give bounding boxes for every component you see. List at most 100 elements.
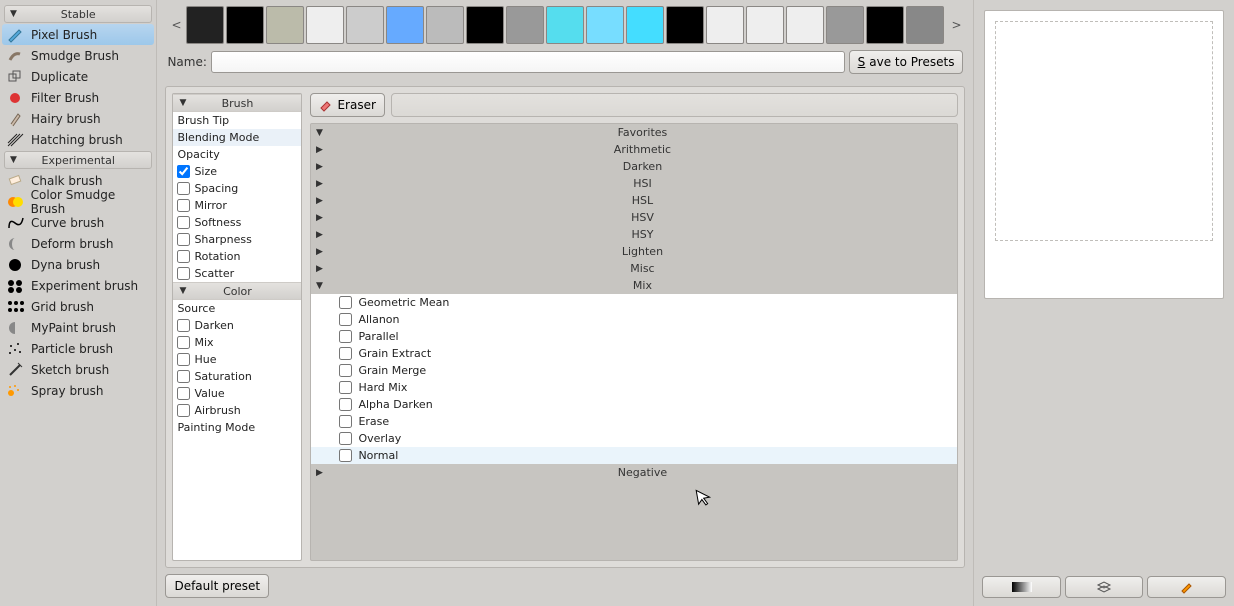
brush-engine-item[interactable]: Experiment brush — [2, 275, 154, 296]
option-checkbox[interactable] — [177, 336, 190, 349]
brush-engine-item[interactable]: Pixel Brush — [2, 24, 154, 45]
blend-mode-item[interactable]: Parallel — [311, 328, 957, 345]
option-item[interactable]: Sharpness — [173, 231, 301, 248]
brush-engine-item[interactable]: Sketch brush — [2, 359, 154, 380]
blend-mode-item[interactable]: Allanon — [311, 311, 957, 328]
options-list[interactable]: ▼Brush Brush TipBlending ModeOpacitySize… — [172, 93, 302, 561]
blend-mode-checkbox[interactable] — [339, 313, 352, 326]
brush-engine-item[interactable]: Smudge Brush — [2, 45, 154, 66]
blend-mode-checkbox[interactable] — [339, 296, 352, 309]
blend-mode-item[interactable]: Overlay — [311, 430, 957, 447]
option-checkbox[interactable] — [177, 387, 190, 400]
brush-engine-item[interactable]: Filter Brush — [2, 87, 154, 108]
save-to-presets-button[interactable]: Save to Presets — [849, 50, 964, 74]
brush-engine-item[interactable]: MyPaint brush — [2, 317, 154, 338]
blend-category-header[interactable]: ▼Favorites — [311, 124, 957, 141]
preset-thumbnail[interactable] — [586, 6, 624, 44]
preset-prev-button[interactable]: < — [167, 18, 183, 32]
blend-mode-item[interactable]: Geometric Mean — [311, 294, 957, 311]
options-color-header[interactable]: ▼Color — [173, 282, 301, 300]
brush-engine-item[interactable]: Dyna brush — [2, 254, 154, 275]
preset-next-button[interactable]: > — [947, 18, 963, 32]
option-checkbox[interactable] — [177, 233, 190, 246]
blend-mode-checkbox[interactable] — [339, 381, 352, 394]
blend-mode-item[interactable]: Hard Mix — [311, 379, 957, 396]
option-checkbox[interactable] — [177, 404, 190, 417]
blend-category-header[interactable]: ▶HSL — [311, 192, 957, 209]
preset-thumbnail[interactable] — [546, 6, 584, 44]
blend-mode-item[interactable]: Alpha Darken — [311, 396, 957, 413]
blend-category-header[interactable]: ▶Negative — [311, 464, 957, 481]
option-checkbox[interactable] — [177, 353, 190, 366]
preset-thumbnail[interactable] — [386, 6, 424, 44]
option-checkbox[interactable] — [177, 370, 190, 383]
option-item[interactable]: Brush Tip — [173, 112, 301, 129]
brush-engine-item[interactable]: Hairy brush — [2, 108, 154, 129]
brush-engine-item[interactable]: Deform brush — [2, 233, 154, 254]
brush-engine-item[interactable]: Particle brush — [2, 338, 154, 359]
category-stable-header[interactable]: ▼ Stable — [4, 5, 152, 23]
blend-mode-checkbox[interactable] — [339, 398, 352, 411]
default-preset-button[interactable]: Default preset — [165, 574, 269, 598]
blend-category-header[interactable]: ▼Mix — [311, 277, 957, 294]
blend-mode-checkbox[interactable] — [339, 364, 352, 377]
blend-mode-item[interactable]: Erase — [311, 413, 957, 430]
blend-mode-item[interactable]: Grain Merge — [311, 362, 957, 379]
option-item[interactable]: Rotation — [173, 248, 301, 265]
category-experimental-header[interactable]: ▼ Experimental — [4, 151, 152, 169]
option-checkbox[interactable] — [177, 199, 190, 212]
option-item[interactable]: Size — [173, 163, 301, 180]
option-item[interactable]: Opacity — [173, 146, 301, 163]
eraser-toggle-button[interactable]: Eraser — [310, 93, 384, 117]
preset-thumbnail[interactable] — [906, 6, 944, 44]
option-item[interactable]: Blending Mode — [173, 129, 301, 146]
blend-category-header[interactable]: ▶Lighten — [311, 243, 957, 260]
option-item[interactable]: Darken — [173, 317, 301, 334]
preset-thumbnail[interactable] — [226, 6, 264, 44]
option-checkbox[interactable] — [177, 182, 190, 195]
blend-mode-checkbox[interactable] — [339, 347, 352, 360]
blend-category-header[interactable]: ▶HSI — [311, 175, 957, 192]
option-item[interactable]: Painting Mode — [173, 419, 301, 436]
brush-engine-item[interactable]: Color Smudge Brush — [2, 191, 154, 212]
option-checkbox[interactable] — [177, 319, 190, 332]
blend-category-header[interactable]: ▶Darken — [311, 158, 957, 175]
blend-mode-item[interactable]: Normal — [311, 447, 957, 464]
option-checkbox[interactable] — [177, 216, 190, 229]
blend-category-header[interactable]: ▶HSV — [311, 209, 957, 226]
preset-thumbnail[interactable] — [666, 6, 704, 44]
option-checkbox[interactable] — [177, 250, 190, 263]
option-item[interactable]: Softness — [173, 214, 301, 231]
option-item[interactable]: Mix — [173, 334, 301, 351]
blend-mode-checkbox[interactable] — [339, 449, 352, 462]
option-item[interactable]: Hue — [173, 351, 301, 368]
scratchpad-canvas[interactable] — [995, 21, 1213, 241]
preset-thumbnail[interactable] — [506, 6, 544, 44]
brush-engine-item[interactable]: Duplicate — [2, 66, 154, 87]
option-item[interactable]: Saturation — [173, 368, 301, 385]
preset-thumbnail[interactable] — [826, 6, 864, 44]
option-checkbox[interactable] — [177, 165, 190, 178]
preset-thumbnail[interactable] — [706, 6, 744, 44]
option-checkbox[interactable] — [177, 267, 190, 280]
blend-mode-checkbox[interactable] — [339, 415, 352, 428]
option-item[interactable]: Airbrush — [173, 402, 301, 419]
preset-thumbnail[interactable] — [626, 6, 664, 44]
options-brush-header[interactable]: ▼Brush — [173, 94, 301, 112]
scratchpad[interactable] — [984, 10, 1224, 299]
blend-mode-checkbox[interactable] — [339, 432, 352, 445]
option-item[interactable]: Value — [173, 385, 301, 402]
option-item[interactable]: Source — [173, 300, 301, 317]
preset-name-input[interactable] — [211, 51, 845, 73]
preset-thumbnail[interactable] — [786, 6, 824, 44]
clear-scratchpad-button[interactable] — [1147, 576, 1226, 598]
preset-thumbnail[interactable] — [266, 6, 304, 44]
preset-thumbnail[interactable] — [426, 6, 464, 44]
preset-thumbnail[interactable] — [466, 6, 504, 44]
blend-category-header[interactable]: ▶Misc — [311, 260, 957, 277]
option-item[interactable]: Mirror — [173, 197, 301, 214]
preset-thumbnail[interactable] — [186, 6, 224, 44]
brush-engine-item[interactable]: Grid brush — [2, 296, 154, 317]
preset-thumbnail[interactable] — [346, 6, 384, 44]
option-item[interactable]: Scatter — [173, 265, 301, 282]
